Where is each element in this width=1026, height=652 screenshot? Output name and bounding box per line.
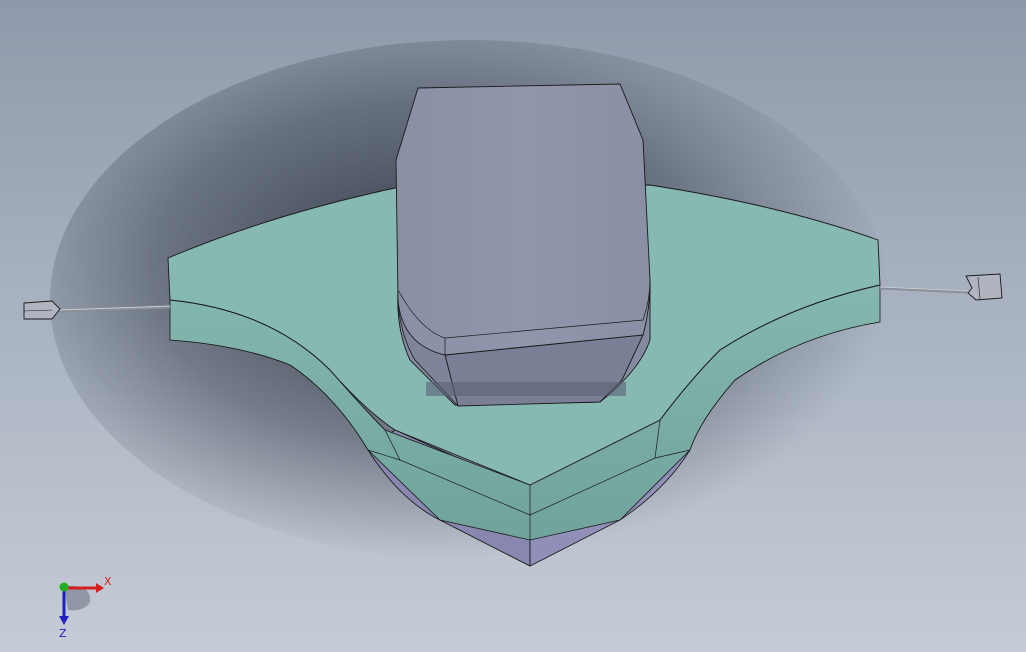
x-axis-arrowhead [96,583,104,593]
y-axis-dot [59,582,69,592]
x-axis-label: X [104,575,112,588]
3d-model-view[interactable] [0,0,1026,652]
graphics-viewport[interactable]: X Z [0,0,1026,652]
block-main-face [395,83,651,356]
z-axis-arrowhead [59,616,69,625]
left-connector[interactable] [23,300,61,320]
block-base-gap [426,382,626,396]
right-connector[interactable] [965,273,1003,301]
z-axis-label: Z [59,627,67,640]
coordinate-triad: X Z [59,575,112,640]
